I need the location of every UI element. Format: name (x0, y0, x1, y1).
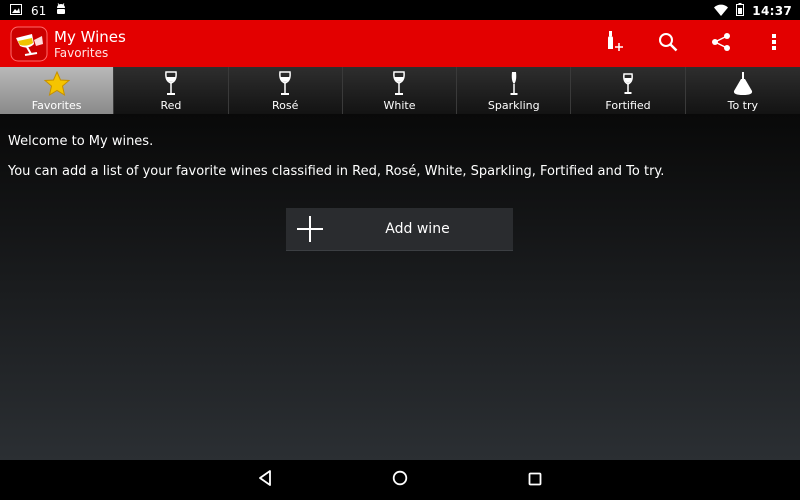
tab-sparkling[interactable]: Sparkling (457, 67, 572, 114)
back-button[interactable] (253, 468, 277, 492)
search-icon (658, 32, 678, 56)
tab-rose[interactable]: Rosé (228, 67, 343, 114)
app-subtitle: Favorites (54, 46, 109, 60)
add-wine-button[interactable]: Add wine (286, 208, 513, 251)
tab-favorites[interactable]: Favorites (0, 67, 115, 114)
wine-glass-icon (343, 71, 456, 97)
recents-button[interactable] (523, 468, 547, 492)
add-wine-label: Add wine (385, 221, 450, 237)
star-icon (0, 71, 113, 97)
tab-label: To try (727, 99, 759, 112)
back-icon (258, 470, 272, 490)
tab-white[interactable]: White (342, 67, 458, 114)
tab-label: Fortified (605, 99, 651, 112)
notification-count: 61 (31, 4, 47, 18)
home-button[interactable] (388, 468, 412, 492)
overflow-menu-icon (771, 33, 777, 55)
status-bar: 61 14:37 (0, 0, 800, 20)
clock: 14:37 (752, 4, 792, 18)
tab-to-try[interactable]: To try (685, 67, 800, 114)
system-nav-bar (0, 460, 800, 500)
recents-icon (528, 471, 542, 490)
welcome-text: Welcome to My wines. (8, 134, 154, 149)
wifi-icon (714, 4, 729, 19)
tab-label: Favorites (31, 99, 82, 112)
tab-label: Rosé (272, 99, 299, 112)
tab-label: White (383, 99, 416, 112)
share-icon (711, 32, 731, 56)
flute-glass-icon (457, 71, 570, 97)
decanter-icon (686, 71, 800, 97)
tab-red[interactable]: Red (114, 67, 229, 114)
app-logo-icon[interactable] (10, 26, 48, 62)
add-bottle-icon (605, 30, 625, 57)
overflow-menu-button[interactable] (747, 20, 800, 67)
share-button[interactable] (694, 20, 747, 67)
search-button[interactable] (641, 20, 694, 67)
add-bottle-button[interactable] (588, 20, 641, 67)
image-icon (10, 4, 22, 18)
favorites-content: Welcome to My wines. You can add a list … (0, 114, 800, 460)
android-icon (55, 3, 67, 19)
description-text: You can add a list of your favorite wine… (8, 164, 665, 179)
wine-glass-icon (114, 71, 227, 97)
action-bar: My Wines Favorites (0, 20, 800, 67)
category-tabs: Favorites Red Rosé White Sparkling Forti… (0, 67, 800, 114)
tab-label: Sparkling (487, 99, 540, 112)
fortified-glass-icon (571, 71, 684, 97)
battery-icon (736, 3, 745, 19)
tab-fortified[interactable]: Fortified (571, 67, 686, 114)
wine-glass-icon (229, 71, 342, 97)
home-icon (392, 470, 408, 490)
app-title: My Wines (54, 28, 126, 46)
tab-label: Red (160, 99, 182, 112)
